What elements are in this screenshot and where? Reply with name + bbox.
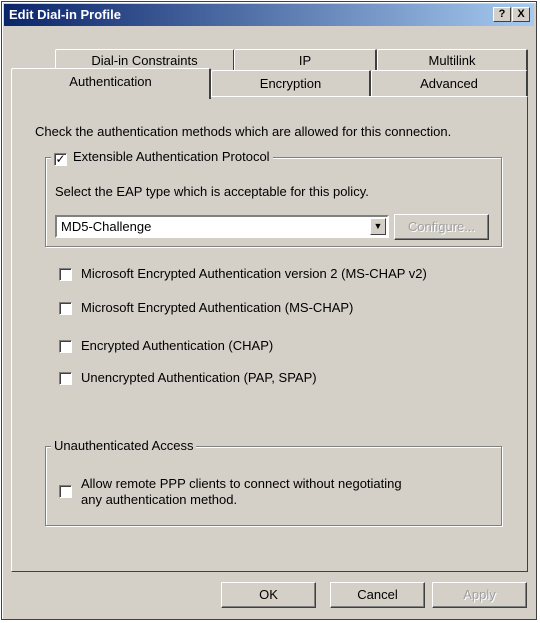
tab-authentication[interactable]: Authentication <box>11 68 211 99</box>
apply-button[interactable]: Apply <box>432 582 527 608</box>
mschap-v2-label: Microsoft Encrypted Authentication versi… <box>81 266 427 281</box>
close-button[interactable]: X <box>512 7 530 22</box>
unauth-checkbox[interactable] <box>59 485 72 498</box>
mschap-v2-checkbox[interactable] <box>59 268 72 281</box>
title-bar[interactable]: Edit Dial-in Profile ? X <box>4 4 534 26</box>
mschap-checkbox[interactable] <box>59 302 72 315</box>
eap-checkbox[interactable]: ✓ <box>54 153 67 166</box>
chap-checkbox[interactable] <box>59 340 72 353</box>
eap-legend: ✓ Extensible Authentication Protocol <box>51 149 273 166</box>
dialog-window: Edit Dial-in Profile ? X Dial-in Constra… <box>1 1 537 620</box>
chevron-down-icon[interactable]: ▼ <box>370 218 386 235</box>
help-button[interactable]: ? <box>493 7 511 22</box>
tab-encryption[interactable]: Encryption <box>211 70 371 97</box>
configure-button[interactable]: Configure... <box>394 214 489 240</box>
intro-text: Check the authentication methods which a… <box>35 124 452 139</box>
eap-label: Extensible Authentication Protocol <box>73 149 270 164</box>
cancel-button[interactable]: Cancel <box>330 582 425 608</box>
unauth-label-line2: any authentication method. <box>81 492 238 507</box>
eap-type-value: MD5-Challenge <box>61 219 152 234</box>
unauth-label-line1: Allow remote PPP clients to connect with… <box>81 476 402 491</box>
chap-label: Encrypted Authentication (CHAP) <box>81 338 274 353</box>
window-title: Edit Dial-in Profile <box>9 7 121 22</box>
tab-advanced[interactable]: Advanced <box>371 70 528 97</box>
unauth-legend: Unauthenticated Access <box>51 438 197 453</box>
ok-button[interactable]: OK <box>221 582 316 608</box>
pap-spap-label: Unencrypted Authentication (PAP, SPAP) <box>81 370 317 385</box>
mschap-label: Microsoft Encrypted Authentication (MS-C… <box>81 300 354 315</box>
eap-select-prompt: Select the EAP type which is acceptable … <box>55 184 369 199</box>
eap-type-dropdown[interactable]: MD5-Challenge ▼ <box>55 215 389 238</box>
pap-spap-checkbox[interactable] <box>59 372 72 385</box>
